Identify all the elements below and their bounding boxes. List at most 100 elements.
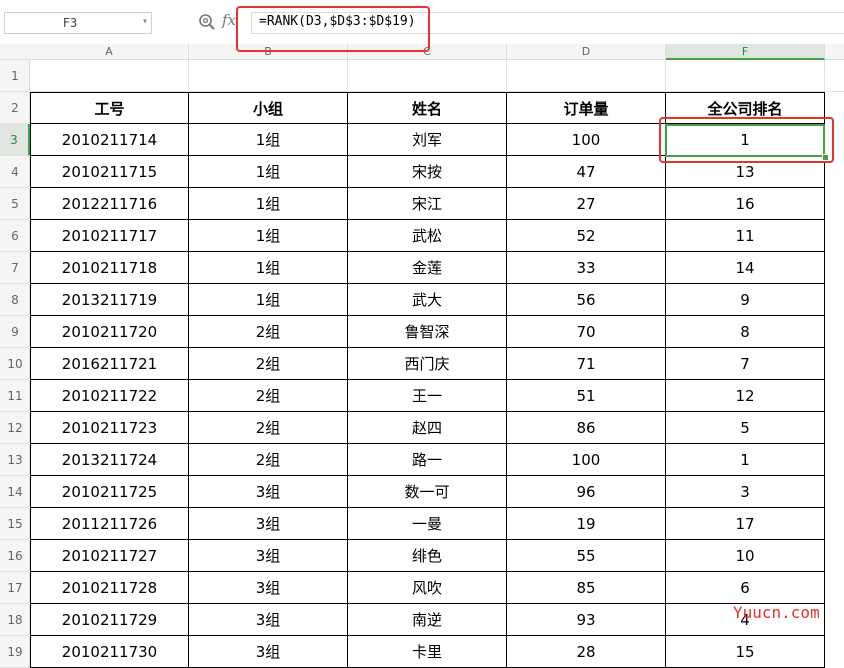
table-cell[interactable]: 宋江: [348, 188, 507, 220]
row-header-13[interactable]: 13: [0, 444, 30, 476]
table-cell[interactable]: 2012211716: [30, 188, 189, 220]
table-cell[interactable]: 2010211725: [30, 476, 189, 508]
row-header-7[interactable]: 7: [0, 252, 30, 284]
table-cell[interactable]: 卡里: [348, 636, 507, 668]
table-cell[interactable]: 96: [507, 476, 666, 508]
table-cell[interactable]: 绯色: [348, 540, 507, 572]
table-cell[interactable]: 西门庆: [348, 348, 507, 380]
table-cell[interactable]: 2010211730: [30, 636, 189, 668]
row-header-6[interactable]: 6: [0, 220, 30, 252]
table-cell[interactable]: 1组: [189, 124, 348, 156]
table-cell[interactable]: 2010211728: [30, 572, 189, 604]
table-cell[interactable]: 3组: [189, 572, 348, 604]
table-cell[interactable]: 2组: [189, 412, 348, 444]
row-header-19[interactable]: 19: [0, 636, 30, 668]
table-cell[interactable]: 11: [666, 220, 825, 252]
table-cell[interactable]: 2013211724: [30, 444, 189, 476]
table-cell[interactable]: 5: [666, 412, 825, 444]
row-header-14[interactable]: 14: [0, 476, 30, 508]
table-cell[interactable]: 2011211726: [30, 508, 189, 540]
table-cell[interactable]: 武大: [348, 284, 507, 316]
table-cell[interactable]: 100: [507, 444, 666, 476]
table-header-cell[interactable]: 工号: [30, 92, 189, 124]
table-cell[interactable]: 7: [666, 348, 825, 380]
table-cell[interactable]: 鲁智深: [348, 316, 507, 348]
zoom-icon[interactable]: [198, 13, 216, 31]
table-cell[interactable]: 宋按: [348, 156, 507, 188]
table-cell[interactable]: 85: [507, 572, 666, 604]
table-cell[interactable]: 47: [507, 156, 666, 188]
table-cell[interactable]: 2010211714: [30, 124, 189, 156]
table-cell[interactable]: 2010211715: [30, 156, 189, 188]
table-cell[interactable]: 70: [507, 316, 666, 348]
chevron-down-icon[interactable]: ▾: [142, 16, 148, 27]
table-cell[interactable]: 6: [666, 572, 825, 604]
table-cell[interactable]: 2组: [189, 444, 348, 476]
table-cell[interactable]: 86: [507, 412, 666, 444]
table-cell[interactable]: 2组: [189, 380, 348, 412]
row-header-2[interactable]: 2: [0, 92, 30, 124]
table-cell[interactable]: 风吹: [348, 572, 507, 604]
table-cell[interactable]: 52: [507, 220, 666, 252]
row-header-1[interactable]: 1: [0, 60, 30, 92]
column-header-f[interactable]: F: [666, 44, 825, 60]
table-cell[interactable]: 2组: [189, 316, 348, 348]
row-header-4[interactable]: 4: [0, 156, 30, 188]
table-cell[interactable]: 10: [666, 540, 825, 572]
table-cell[interactable]: 3组: [189, 508, 348, 540]
table-cell[interactable]: 金莲: [348, 252, 507, 284]
table-cell[interactable]: 27: [507, 188, 666, 220]
table-cell[interactable]: 16: [666, 188, 825, 220]
column-header-a[interactable]: A: [30, 44, 189, 60]
table-cell[interactable]: 8: [666, 316, 825, 348]
table-cell[interactable]: 100: [507, 124, 666, 156]
table-cell[interactable]: 1: [666, 444, 825, 476]
row-header-18[interactable]: 18: [0, 604, 30, 636]
table-cell[interactable]: 3: [666, 476, 825, 508]
table-cell[interactable]: 路一: [348, 444, 507, 476]
table-cell[interactable]: 数一可: [348, 476, 507, 508]
table-cell[interactable]: 2010211718: [30, 252, 189, 284]
table-cell[interactable]: 1组: [189, 188, 348, 220]
table-cell[interactable]: 55: [507, 540, 666, 572]
row-header-12[interactable]: 12: [0, 412, 30, 444]
table-cell[interactable]: 王一: [348, 380, 507, 412]
table-cell[interactable]: 2010211720: [30, 316, 189, 348]
table-cell[interactable]: 1组: [189, 156, 348, 188]
table-cell[interactable]: 1组: [189, 284, 348, 316]
row-header-17[interactable]: 17: [0, 572, 30, 604]
table-cell[interactable]: 17: [666, 508, 825, 540]
table-cell[interactable]: 2组: [189, 348, 348, 380]
row-header-11[interactable]: 11: [0, 380, 30, 412]
function-icon[interactable]: fx: [222, 11, 236, 29]
table-cell[interactable]: 12: [666, 380, 825, 412]
table-cell[interactable]: 2010211723: [30, 412, 189, 444]
table-cell[interactable]: 19: [507, 508, 666, 540]
table-cell[interactable]: 2010211727: [30, 540, 189, 572]
table-header-cell[interactable]: 姓名: [348, 92, 507, 124]
table-header-cell[interactable]: 订单量: [507, 92, 666, 124]
table-cell[interactable]: 15: [666, 636, 825, 668]
table-cell[interactable]: 56: [507, 284, 666, 316]
table-cell[interactable]: 3组: [189, 604, 348, 636]
table-cell[interactable]: 71: [507, 348, 666, 380]
row-header-5[interactable]: 5: [0, 188, 30, 220]
table-cell[interactable]: 赵四: [348, 412, 507, 444]
table-cell[interactable]: 2010211729: [30, 604, 189, 636]
row-header-16[interactable]: 16: [0, 540, 30, 572]
table-cell[interactable]: 3组: [189, 476, 348, 508]
table-cell[interactable]: 南逆: [348, 604, 507, 636]
table-cell[interactable]: 3组: [189, 540, 348, 572]
table-header-cell[interactable]: 小组: [189, 92, 348, 124]
table-cell[interactable]: 2010211722: [30, 380, 189, 412]
table-cell[interactable]: 14: [666, 252, 825, 284]
row-header-15[interactable]: 15: [0, 508, 30, 540]
table-cell[interactable]: 51: [507, 380, 666, 412]
row-header-8[interactable]: 8: [0, 284, 30, 316]
table-cell[interactable]: 1组: [189, 220, 348, 252]
table-cell[interactable]: 28: [507, 636, 666, 668]
table-cell[interactable]: 一曼: [348, 508, 507, 540]
row-header-9[interactable]: 9: [0, 316, 30, 348]
table-cell[interactable]: 33: [507, 252, 666, 284]
table-cell[interactable]: 1组: [189, 252, 348, 284]
